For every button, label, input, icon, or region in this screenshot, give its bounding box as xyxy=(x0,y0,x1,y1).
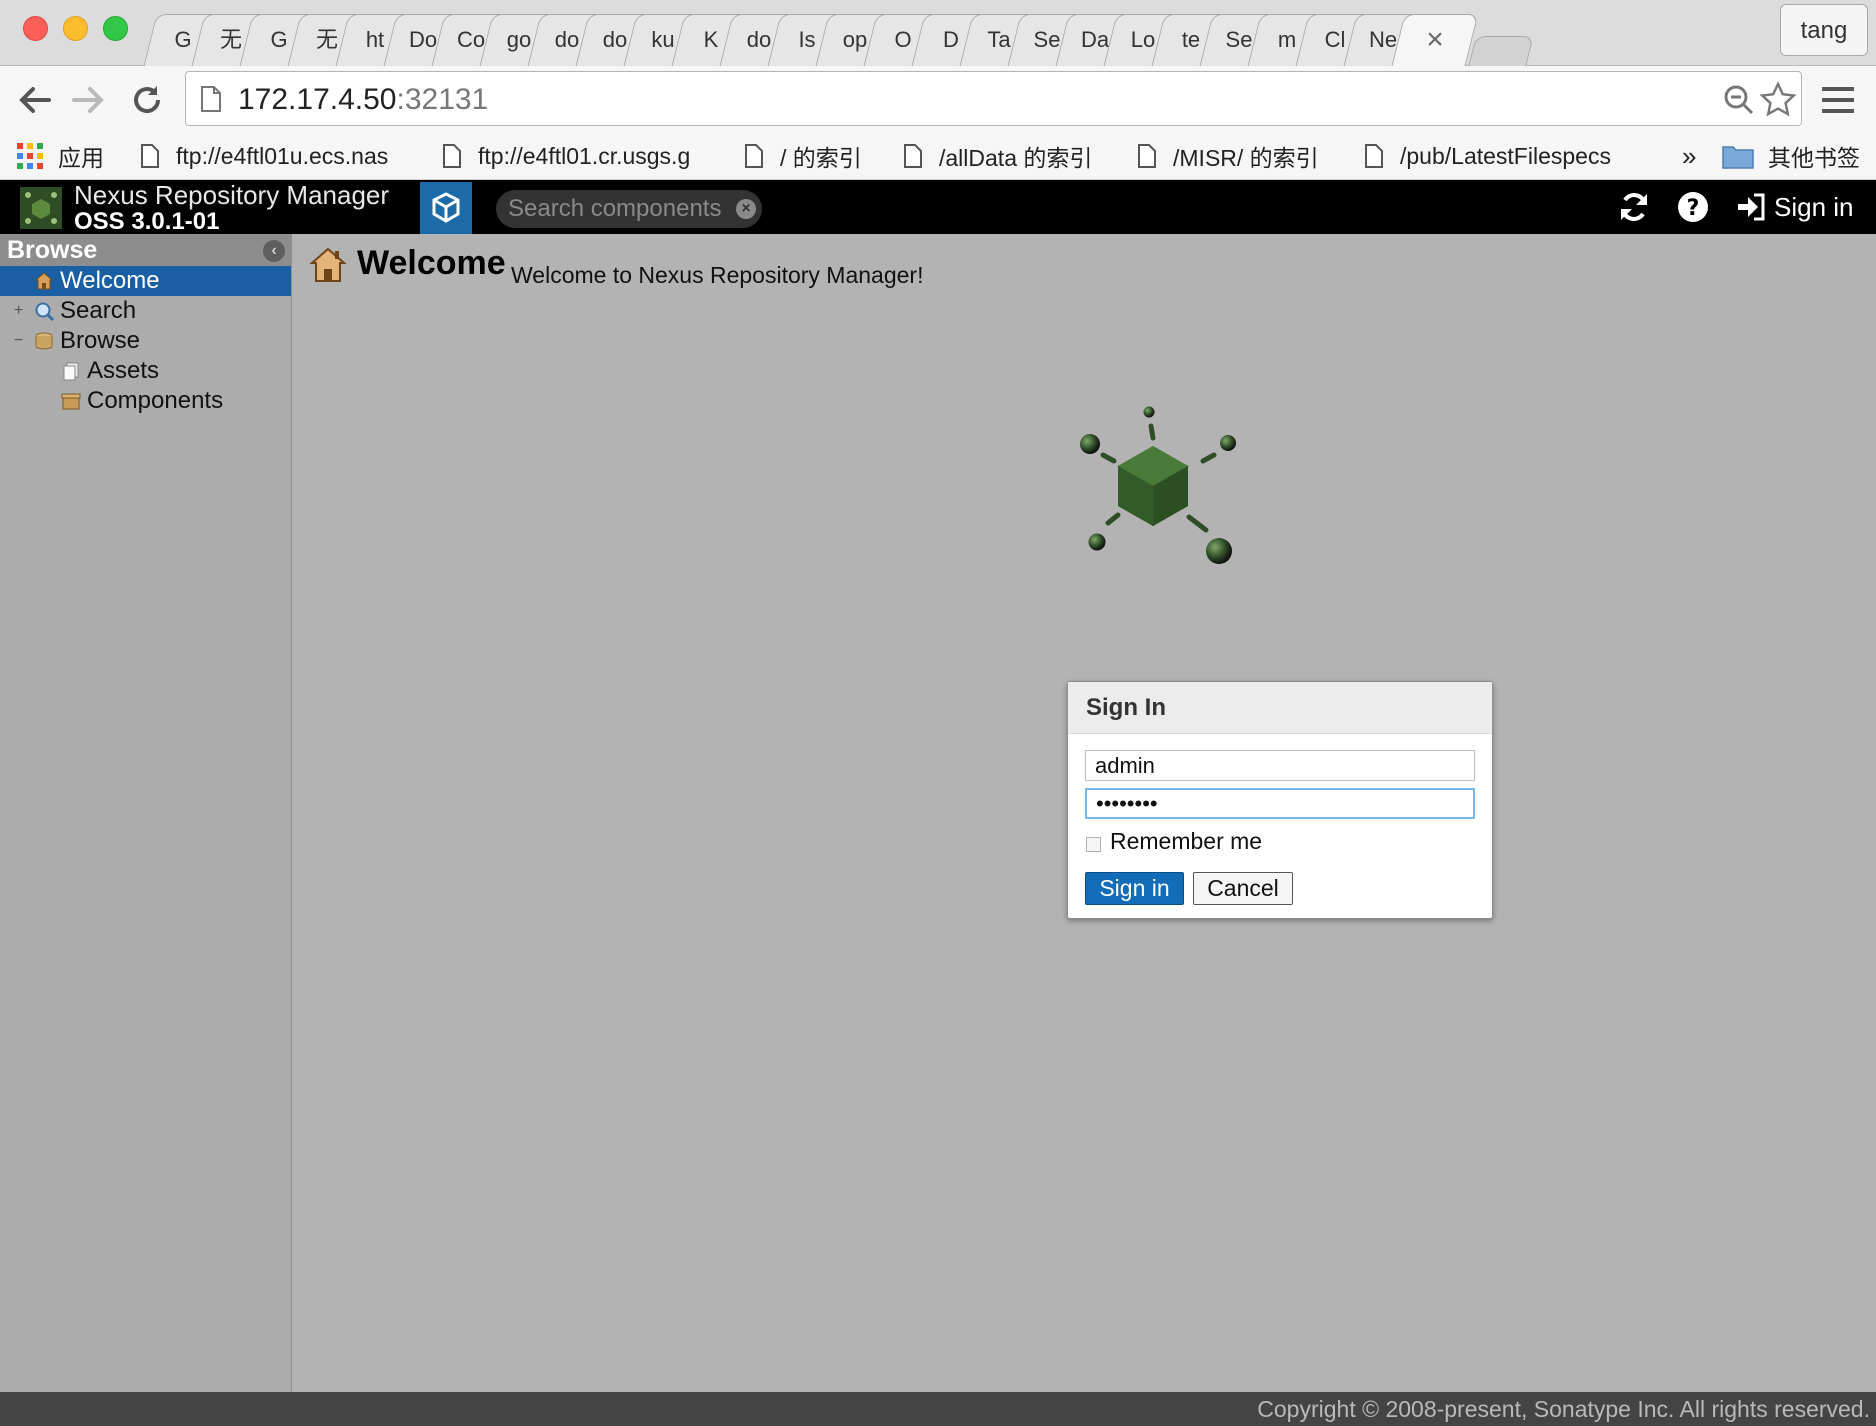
app-version: OSS 3.0.1-01 xyxy=(74,208,220,235)
back-button[interactable] xyxy=(14,80,54,120)
box-icon xyxy=(61,393,81,410)
page-icon xyxy=(141,144,159,168)
bookmark-item[interactable]: / 的索引 xyxy=(744,132,862,180)
folder-icon xyxy=(1722,146,1754,169)
sidebar-item-search[interactable]: + Search xyxy=(0,296,291,326)
collapse-icon[interactable]: − xyxy=(14,326,23,356)
app-header: Nexus Repository Manager OSS 3.0.1-01 Se… xyxy=(0,180,1876,235)
browser-tabstrip: G 无 G 无 ht Do Co go do do ku Kdo Is op O D Ta Se Da Lo te Se m… xyxy=(0,0,1876,66)
bookmarks-overflow-button[interactable]: » xyxy=(1682,132,1696,180)
password-field[interactable] xyxy=(1085,788,1475,819)
nexus-hero-logo xyxy=(1080,406,1236,564)
dialog-title: Sign In xyxy=(1086,694,1166,721)
window-zoom-button[interactable] xyxy=(103,16,128,41)
sign-in-icon xyxy=(1738,193,1765,221)
search-components-input[interactable]: Search components × xyxy=(496,190,762,228)
apps-shortcut[interactable]: 应用 xyxy=(16,132,104,180)
cube-icon xyxy=(432,192,460,223)
profile-button[interactable]: tang xyxy=(1780,4,1868,56)
zoom-icon[interactable] xyxy=(1723,84,1755,116)
cancel-button[interactable]: Cancel xyxy=(1193,872,1293,905)
sidebar-item-assets[interactable]: Assets xyxy=(0,356,291,386)
new-tab-button[interactable] xyxy=(1468,36,1534,66)
signin-dialog: Sign In Remember me Sign in Cancel xyxy=(1067,681,1493,919)
remember-me-checkbox[interactable] xyxy=(1086,837,1101,852)
bookmark-star-icon[interactable] xyxy=(1759,81,1797,117)
documents-icon xyxy=(63,362,79,381)
sidebar-item-welcome[interactable]: Welcome xyxy=(0,266,291,296)
page-icon xyxy=(904,144,922,168)
menu-icon[interactable] xyxy=(1818,80,1858,120)
active-browser-tab[interactable]: × xyxy=(1391,14,1479,66)
remember-me-label: Remember me xyxy=(1110,828,1263,854)
sidebar-item-browse[interactable]: − Browse xyxy=(0,326,291,356)
page-icon xyxy=(443,144,461,168)
svg-text:?: ? xyxy=(1687,196,1700,221)
other-bookmarks-folder[interactable]: 其他书签 xyxy=(1722,132,1860,180)
window-minimize-button[interactable] xyxy=(63,16,88,41)
sidebar-title: Browse xyxy=(7,236,98,264)
nexus-cube-icon xyxy=(20,187,62,229)
address-bar[interactable]: 172.17.4.50:32131 xyxy=(185,71,1802,126)
reload-button[interactable] xyxy=(127,80,167,120)
reload-icon xyxy=(134,86,161,114)
house-icon xyxy=(34,272,54,290)
page-icon xyxy=(1138,144,1156,168)
bookmark-item[interactable]: ftp://e4ftl01.cr.usgs.g xyxy=(442,132,712,180)
bookmarks-bar: 应用 ftp://e4ftl01u.ecs.nas ftp://e4ftl01.… xyxy=(0,132,1876,180)
database-icon xyxy=(35,332,53,350)
page-icon xyxy=(201,86,221,112)
help-icon[interactable]: ? xyxy=(1676,190,1710,224)
header-signin-link[interactable]: Sign in xyxy=(1736,180,1854,234)
copyright-text: Copyright © 2008-present, Sonatype Inc. … xyxy=(1257,1396,1870,1422)
collapse-sidebar-icon[interactable]: ‹ xyxy=(263,240,285,262)
page-icon xyxy=(745,144,763,168)
app-footer: Copyright © 2008-present, Sonatype Inc. … xyxy=(0,1392,1876,1426)
window-close-button[interactable] xyxy=(23,16,48,41)
sidebar-item-components[interactable]: Components xyxy=(0,386,291,416)
sidebar-header: Browse ‹ xyxy=(0,234,291,266)
app-name: Nexus Repository Manager xyxy=(74,180,390,210)
tab-close-icon[interactable]: × xyxy=(1399,15,1471,65)
signin-button[interactable]: Sign in xyxy=(1085,872,1184,905)
browse-mode-button[interactable] xyxy=(420,182,472,234)
bookmark-item[interactable]: /pub/LatestFilespecs xyxy=(1364,132,1634,180)
page-icon xyxy=(1365,144,1383,168)
username-field[interactable] xyxy=(1085,750,1475,781)
arrow-left-icon xyxy=(19,87,51,113)
page-subtitle: Welcome to Nexus Repository Manager! xyxy=(511,262,924,288)
bookmark-item[interactable]: /MISR/ 的索引 xyxy=(1137,132,1319,180)
url-text: 172.17.4.50:32131 xyxy=(238,83,489,116)
forward-button[interactable] xyxy=(69,80,109,120)
arrow-right-icon xyxy=(72,87,104,113)
clear-search-icon[interactable]: × xyxy=(736,199,756,219)
nexus-logo xyxy=(20,187,62,229)
refresh-icon[interactable] xyxy=(1617,190,1651,224)
magnifier-icon xyxy=(35,302,54,321)
browse-sidebar: Browse ‹ Welcome + Search − Browse Asset… xyxy=(0,234,292,1392)
page-title: Welcome xyxy=(357,244,506,282)
bookmark-item[interactable]: ftp://e4ftl01u.ecs.nas xyxy=(140,132,410,180)
apps-grid-icon xyxy=(17,143,43,169)
bookmark-item[interactable]: /allData 的索引 xyxy=(903,132,1092,180)
expand-icon[interactable]: + xyxy=(14,296,23,326)
house-icon xyxy=(309,247,347,282)
browser-toolbar: 172.17.4.50:32131 xyxy=(0,66,1876,132)
dialog-header: Sign In xyxy=(1068,682,1492,734)
